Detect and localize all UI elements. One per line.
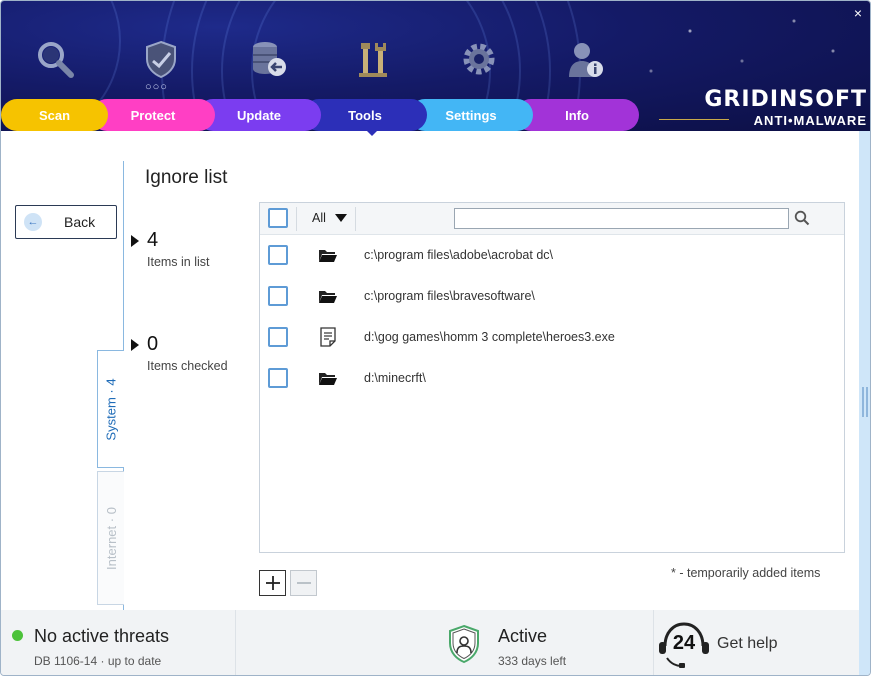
tab-update[interactable]: Update [197, 99, 321, 131]
threat-status-title[interactable]: No active threats [34, 626, 169, 647]
plus-icon [265, 576, 280, 590]
row-checkbox[interactable] [268, 368, 288, 388]
tab-tools-label: Tools [348, 107, 382, 123]
license-status-title[interactable]: Active [498, 626, 547, 647]
footer-separator [235, 610, 236, 675]
filter-dropdown-value: All [312, 211, 326, 225]
shield-icon[interactable] [139, 37, 183, 81]
resize-grip [866, 387, 868, 417]
license-shield-icon [447, 624, 481, 669]
list-item[interactable]: c:\program files\adobe\acrobat dc\ [260, 235, 844, 276]
row-path: c:\program files\adobe\acrobat dc\ [364, 248, 553, 262]
toolbar-separator [355, 207, 356, 231]
tab-update-label: Update [236, 107, 282, 123]
add-button[interactable] [259, 570, 286, 596]
ignore-list-panel: All c:\program files\adobe\acrobat dc\ c… [259, 202, 845, 553]
tab-system[interactable]: System · 4 [97, 350, 124, 468]
temporary-items-note: * - temporarily added items [671, 566, 821, 580]
stat-items-in-list-value: 4 [147, 229, 159, 251]
folder-icon [318, 288, 338, 309]
stat-items-in-list-label: Items in list [147, 255, 210, 269]
gear-icon[interactable] [457, 37, 501, 81]
toolbar-separator [296, 207, 297, 231]
search-icon[interactable] [33, 37, 77, 81]
tab-protect[interactable]: Protect [91, 99, 215, 131]
user-info-icon[interactable] [563, 37, 607, 81]
row-path: d:\gog games\homm 3 complete\heroes3.exe [364, 330, 615, 344]
main-nav: Info Settings Tools Update Protect Scan [1, 99, 641, 131]
minus-icon [296, 582, 311, 584]
license-days-left: 333 days left [498, 654, 567, 668]
list-item[interactable]: d:\minecrft\ [260, 358, 844, 399]
tab-info-label: Info [565, 107, 589, 123]
row-checkbox[interactable] [268, 286, 288, 306]
chevron-down-icon [334, 214, 347, 222]
tab-system-label: System · 4 [103, 377, 119, 441]
tab-info[interactable]: Info [515, 99, 639, 131]
filter-dropdown[interactable]: All [312, 211, 347, 225]
tab-protect-label: Protect [130, 107, 176, 123]
stat-items-checked-value: 0 [147, 333, 159, 355]
logo-main-text: GRIDINSOFT [704, 87, 867, 112]
tab-settings[interactable]: Settings [409, 99, 533, 131]
triangle-right-icon [131, 338, 139, 351]
active-tab-caret [365, 129, 379, 136]
status-footer: No active threats DB 1106-14 · up to dat… [1, 610, 859, 675]
list-item[interactable]: d:\gog games\homm 3 complete\heroes3.exe [260, 317, 844, 358]
status-ok-dot [12, 630, 23, 641]
panel-resize-strip[interactable] [859, 131, 870, 675]
list-toolbar: All [260, 203, 844, 235]
stat-items-checked-label: Items checked [147, 359, 228, 373]
sidebar-divider [123, 161, 124, 351]
logo-underline [659, 119, 729, 120]
more-dots[interactable]: ○○○ [145, 81, 168, 93]
support-number: 24 [672, 632, 696, 654]
get-help-link[interactable]: Get help [717, 635, 777, 653]
search-input[interactable] [454, 208, 789, 229]
app-window: × ○○○ GRIDINSOFT ANTI•MALWARE Info Setti… [0, 0, 871, 676]
database-update-icon[interactable] [245, 37, 289, 81]
gridinsoft-logo: GRIDINSOFT ANTI•MALWARE [657, 87, 867, 129]
close-icon[interactable]: × [850, 5, 866, 21]
database-status: DB 1106-14 · up to date [34, 654, 162, 668]
tab-scan-label: Scan [38, 107, 71, 123]
header-banner: × ○○○ GRIDINSOFT ANTI•MALWARE Info Setti… [1, 1, 870, 131]
tab-scan[interactable]: Scan [1, 99, 108, 131]
footer-separator [653, 610, 654, 675]
tab-tools[interactable]: Tools [303, 99, 427, 131]
triangle-right-icon [131, 234, 139, 247]
tab-internet[interactable]: Internet · 0 [97, 471, 124, 605]
back-button-label: Back [64, 214, 96, 230]
stat-items-checked: 0 Items checked [131, 333, 228, 373]
logo-sub-text: ANTI•MALWARE [753, 113, 867, 128]
tools-icon[interactable] [351, 37, 395, 81]
arrow-left-icon: ← [24, 213, 42, 231]
row-path: d:\minecrft\ [364, 371, 426, 385]
support-24-icon[interactable]: 24 [657, 618, 711, 672]
search-icon[interactable] [794, 210, 810, 231]
row-checkbox[interactable] [268, 327, 288, 347]
select-all-checkbox[interactable] [268, 208, 288, 228]
page-title: Ignore list [145, 167, 228, 188]
row-checkbox[interactable] [268, 245, 288, 265]
row-path: c:\program files\bravesoftware\ [364, 289, 535, 303]
remove-button[interactable] [290, 570, 317, 596]
tab-internet-label: Internet · 0 [103, 506, 119, 570]
folder-icon [318, 370, 338, 391]
decor-stars [612, 1, 870, 101]
resize-grip [862, 387, 864, 417]
tab-settings-label: Settings [445, 107, 497, 123]
file-icon [320, 327, 336, 352]
folder-icon [318, 247, 338, 268]
list-item[interactable]: c:\program files\bravesoftware\ [260, 276, 844, 317]
stat-items-in-list: 4 Items in list [131, 229, 210, 269]
back-button[interactable]: ← Back [15, 205, 117, 239]
